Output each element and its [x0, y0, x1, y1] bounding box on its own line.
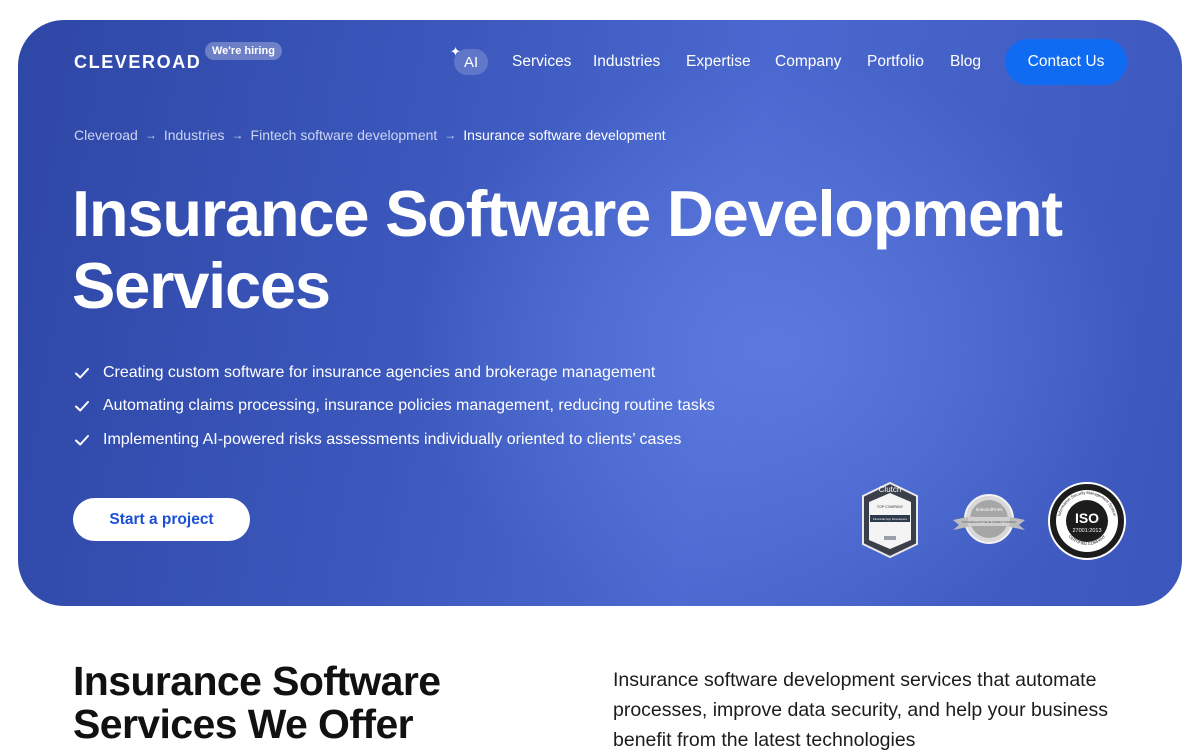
iso-code: ISO [1075, 510, 1099, 526]
breadcrumb-current: Insurance software development [463, 127, 666, 143]
clutch-line2: Financial App Developers [873, 517, 908, 521]
nav-expertise[interactable]: Expertise [686, 53, 751, 71]
feature-item: Creating custom software for insurance a… [74, 356, 715, 390]
nav-industries[interactable]: Industries [593, 53, 660, 71]
nav-portfolio[interactable]: Portfolio [867, 53, 924, 71]
arrow-right-icon: → [444, 128, 457, 142]
arrow-right-icon: → [144, 128, 157, 142]
iso-number: 27001:2013 [1072, 528, 1101, 534]
selected-name: SelectedFirms [976, 507, 1003, 512]
nav-ai[interactable]: AI [454, 49, 489, 75]
page-title: Insurance Software Development Services [72, 177, 1063, 322]
hiring-badge[interactable]: We're hiring [205, 42, 282, 60]
clutch-badge[interactable]: Clutch TOP COMPANY Financial App Develop… [860, 481, 920, 559]
nav-blog[interactable]: Blog [950, 53, 981, 71]
services-section-title: Insurance Software Services We Offer [73, 658, 441, 747]
nav-services[interactable]: Services [512, 53, 571, 71]
arrow-right-icon: → [231, 128, 244, 142]
cleveroad-logo[interactable]: CLEVEROAD [74, 52, 201, 73]
breadcrumb-cleveroad[interactable]: Cleveroad [74, 127, 138, 143]
feature-item: Automating claims processing, insurance … [74, 390, 715, 424]
breadcrumb-industries[interactable]: Industries [164, 127, 225, 143]
feature-list: Creating custom software for insurance a… [74, 356, 715, 457]
feature-text: Implementing AI-powered risks assessment… [103, 430, 682, 448]
feature-text: Creating custom software for insurance a… [103, 363, 656, 381]
feature-item: Implementing AI-powered risks assessment… [74, 423, 715, 457]
checkmark-icon [75, 401, 89, 412]
start-project-button[interactable]: Start a project [73, 498, 250, 541]
hero-banner: CLEVEROAD We're hiring ✦ AI Services Ind… [18, 20, 1182, 606]
iso-badge[interactable]: Information Security Management System C… [1047, 481, 1127, 561]
selectedfirms-badge[interactable]: SelectedFirms TOP MOBILE APP DEVELOPMENT… [950, 492, 1028, 548]
breadcrumb: Cleveroad → Industries → Fintech softwar… [74, 127, 666, 143]
services-section-description: Insurance software development services … [613, 669, 1108, 750]
clutch-line1: TOP COMPANY [877, 505, 904, 509]
clutch-name: Clutch [879, 485, 902, 494]
selected-line: TOP MOBILE APP DEVELOPMENT COMPANY [961, 520, 1017, 524]
feature-text: Automating claims processing, insurance … [103, 397, 715, 415]
checkmark-icon [75, 434, 89, 446]
checkmark-icon [75, 367, 89, 379]
nav-company[interactable]: Company [775, 53, 841, 71]
breadcrumb-fintech[interactable]: Fintech software development [251, 127, 438, 143]
contact-us-button[interactable]: Contact Us [1005, 39, 1127, 85]
